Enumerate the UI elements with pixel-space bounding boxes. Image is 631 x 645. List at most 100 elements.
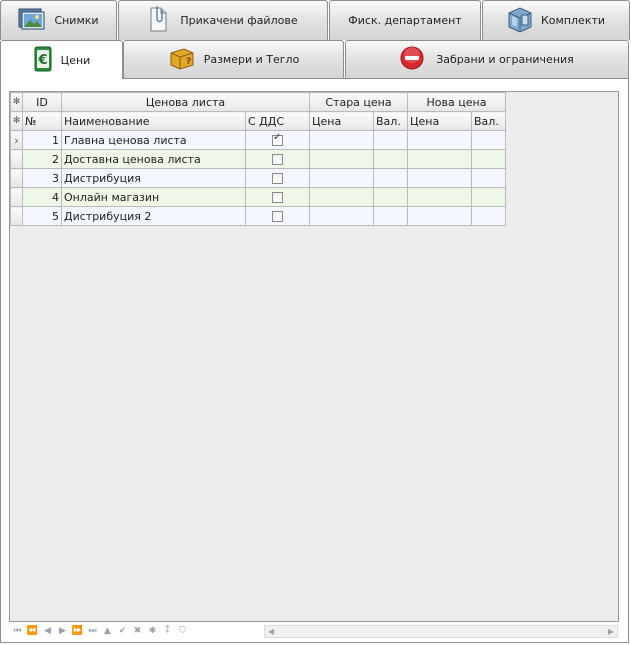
cell-old-price[interactable]: [309, 130, 374, 150]
attachment-file-icon: [148, 5, 168, 36]
row-indicator: [10, 206, 23, 226]
next-page-button[interactable]: ⏩: [70, 625, 85, 638]
column-header-no[interactable]: №: [22, 111, 62, 131]
no-entry-icon: [400, 46, 424, 73]
table-row[interactable]: 5 Дистрибуция 2: [10, 206, 506, 226]
tab-label: Комплекти: [540, 14, 606, 27]
first-page-button[interactable]: ⏮: [10, 625, 25, 638]
cell-name[interactable]: Главна ценова листа: [61, 130, 246, 150]
column-header-vat[interactable]: С ДДС: [245, 111, 310, 131]
group-header-new-price[interactable]: Нова цена: [407, 92, 506, 112]
cell-new-currency[interactable]: [471, 206, 506, 226]
table-row[interactable]: 3 Дистрибуция: [10, 168, 506, 188]
vat-checkbox[interactable]: [272, 154, 283, 165]
cell-vat[interactable]: [245, 130, 310, 150]
row-indicator: [10, 187, 23, 207]
cell-new-price[interactable]: [407, 168, 472, 188]
group-header-id[interactable]: ID: [22, 92, 62, 112]
cell-old-price[interactable]: [309, 168, 374, 188]
cell-old-price[interactable]: [309, 206, 374, 226]
cell-no[interactable]: 3: [22, 168, 62, 188]
cell-no[interactable]: 4: [22, 187, 62, 207]
tab-label: Цени: [60, 53, 91, 67]
add-copy-button[interactable]: ⁑: [160, 625, 175, 638]
cell-new-currency[interactable]: [471, 130, 506, 150]
column-header-old-currency[interactable]: Вал.: [373, 111, 408, 131]
cell-old-currency[interactable]: [373, 130, 408, 150]
cell-new-price[interactable]: [407, 149, 472, 169]
tab-images[interactable]: Снимки: [0, 0, 117, 40]
tab-label: Размери и Тегло: [203, 53, 300, 66]
cell-new-currency[interactable]: [471, 168, 506, 188]
cell-new-currency[interactable]: [471, 187, 506, 207]
column-header-new-currency[interactable]: Вал.: [471, 111, 506, 131]
euro-price-icon: €: [33, 45, 53, 76]
prev-record-button[interactable]: ◀: [40, 625, 55, 638]
box-dimensions-icon: ?: [168, 45, 196, 74]
cell-old-currency[interactable]: [373, 206, 408, 226]
tab-label: Прикачени файлове: [180, 14, 298, 27]
table-row[interactable]: › 1 Главна ценова листа: [10, 130, 506, 150]
tab-prices[interactable]: € Цени: [0, 40, 123, 79]
cell-old-price[interactable]: [309, 187, 374, 207]
cell-no[interactable]: 5: [22, 206, 62, 226]
cell-name[interactable]: Дистрибуция 2: [61, 206, 246, 226]
cell-new-price[interactable]: [407, 187, 472, 207]
column-header-old-price[interactable]: Цена: [309, 111, 374, 131]
add-button[interactable]: ✱: [145, 625, 160, 638]
column-header-name[interactable]: Наименование: [61, 111, 246, 131]
scroll-left-icon[interactable]: ◀: [268, 626, 274, 637]
column-header-new-price[interactable]: Цена: [407, 111, 472, 131]
vat-checkbox[interactable]: [272, 132, 283, 146]
cell-no[interactable]: 1: [22, 130, 62, 150]
cell-new-price[interactable]: [407, 206, 472, 226]
vat-checkbox[interactable]: [272, 211, 283, 222]
vat-checkbox[interactable]: [272, 192, 283, 203]
tab-attached-files[interactable]: Прикачени файлове: [118, 0, 328, 40]
package-kit-icon: [507, 5, 533, 36]
filter-button[interactable]: ⛉: [175, 625, 190, 638]
cell-vat[interactable]: [245, 168, 310, 188]
horizontal-scrollbar[interactable]: ◀ ▶: [264, 625, 618, 638]
cell-name[interactable]: Доставна ценова листа: [61, 149, 246, 169]
price-lists-table: ✻ ID Ценова листа Стара цена Нова цена ✻…: [10, 92, 506, 226]
vat-checkbox[interactable]: [272, 173, 283, 184]
last-page-button[interactable]: ⏭: [85, 625, 100, 638]
tab-bans-restrictions[interactable]: Забрани и ограничения: [345, 40, 629, 78]
asterisk-icon: ✻: [10, 92, 23, 112]
cell-no[interactable]: 2: [22, 149, 62, 169]
cell-vat[interactable]: [245, 206, 310, 226]
table-row[interactable]: 4 Онлайн магазин: [10, 187, 506, 207]
asterisk-icon: ✻: [10, 111, 23, 131]
tab-dimensions-weight[interactable]: ? Размери и Тегло: [123, 40, 344, 78]
group-header-old-price[interactable]: Стара цена: [309, 92, 408, 112]
svg-text:?: ?: [186, 57, 191, 67]
post-button[interactable]: ✔: [115, 625, 130, 638]
tab-label: Снимки: [54, 14, 99, 27]
svg-text:€: €: [37, 53, 47, 68]
cell-old-currency[interactable]: [373, 187, 408, 207]
tab-label: Забрани и ограничения: [436, 53, 574, 66]
cell-old-currency[interactable]: [373, 149, 408, 169]
row-indicator: [10, 149, 23, 169]
cell-name[interactable]: Онлайн магазин: [61, 187, 246, 207]
cell-new-currency[interactable]: [471, 149, 506, 169]
price-lists-grid[interactable]: ✻ ID Ценова листа Стара цена Нова цена ✻…: [9, 91, 619, 622]
cell-name[interactable]: Дистрибуция: [61, 168, 246, 188]
next-record-button[interactable]: ▶: [55, 625, 70, 638]
insert-button[interactable]: ▲: [100, 625, 115, 638]
group-header-price-list[interactable]: Ценова листа: [61, 92, 310, 112]
cell-vat[interactable]: [245, 187, 310, 207]
table-row[interactable]: 2 Доставна ценова листа: [10, 149, 506, 169]
tab-kits[interactable]: Комплекти: [482, 0, 630, 40]
scroll-right-icon[interactable]: ▶: [608, 626, 614, 637]
row-indicator: [10, 168, 23, 188]
cell-vat[interactable]: [245, 149, 310, 169]
group-header-row: ✻ ID Ценова листа Стара цена Нова цена: [10, 92, 506, 112]
cancel-button[interactable]: ✖: [130, 625, 145, 638]
tab-fiscal-department[interactable]: Фиск. департамент: [329, 0, 481, 40]
cell-new-price[interactable]: [407, 130, 472, 150]
prev-page-button[interactable]: ⏪: [25, 625, 40, 638]
cell-old-price[interactable]: [309, 149, 374, 169]
cell-old-currency[interactable]: [373, 168, 408, 188]
